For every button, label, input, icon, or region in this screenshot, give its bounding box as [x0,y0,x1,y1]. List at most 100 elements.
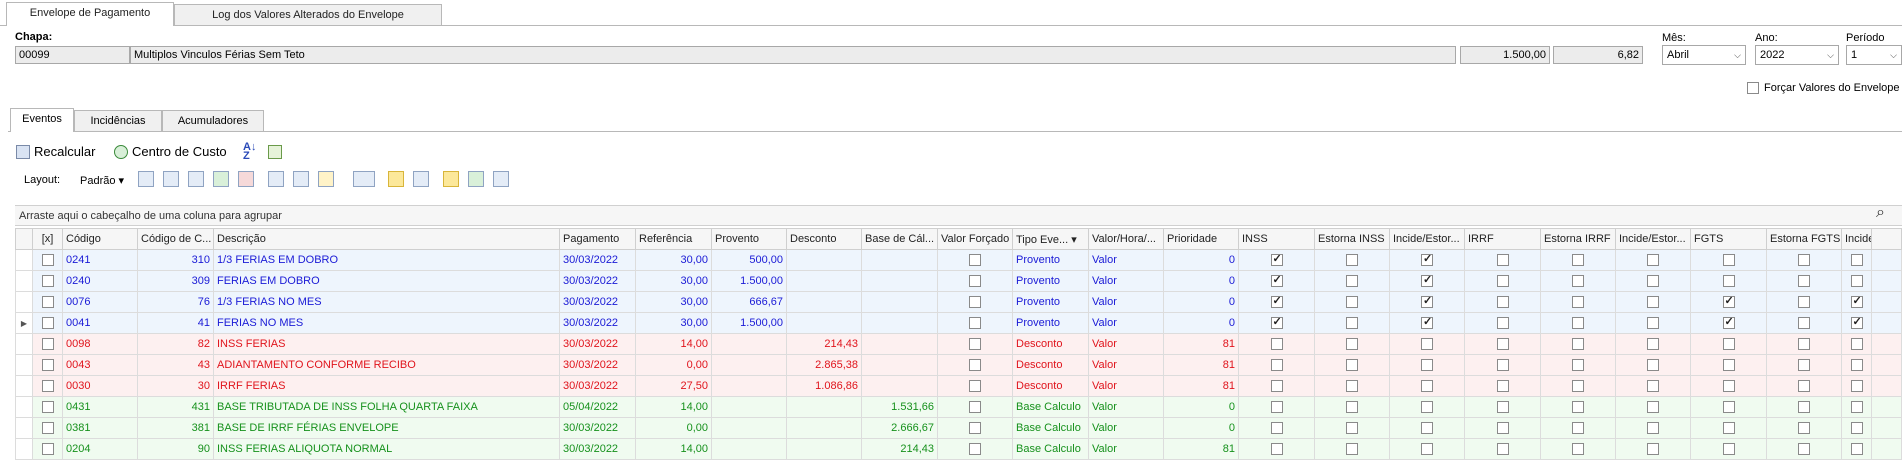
column-header[interactable]: Tipo Eve... ▾ [1012,228,1089,250]
referencia-cell[interactable]: 27,50 [635,375,712,397]
table-row[interactable]: 0076 76 1/3 FERIAS NO MES 30/03/2022 30,00 66… [15,291,1902,313]
prioridade-cell[interactable]: 81 [1163,333,1239,355]
inss-checkbox[interactable] [1270,315,1283,330]
column-header[interactable]: Valor Forçado [937,228,1013,250]
incide-estorna-irrf-checkbox[interactable] [1647,443,1659,456]
valor-hora-cell[interactable]: Valor [1088,396,1164,418]
view-card-icon[interactable] [443,171,459,187]
select-checkbox[interactable] [41,275,54,288]
table-row[interactable]: 0043 43 ADIANTAMENTO CONFORME RECIBO 30/03/… [15,354,1902,376]
estorna-irrf-checkbox[interactable] [1572,422,1584,435]
codigo-cell[interactable]: 0204 [62,438,138,460]
select-checkbox[interactable] [41,338,54,351]
layout-select[interactable]: Padrão ▾ [80,174,124,187]
incide-estorna-fgts-checkbox[interactable] [1850,359,1863,372]
inss-checkbox[interactable] [1270,401,1283,414]
codigo-c-cell[interactable]: 309 [137,270,214,292]
desconto-cell[interactable] [786,417,862,439]
fgts-checkbox[interactable] [1722,275,1735,288]
periodo-select[interactable]: 1 ⌵ [1846,45,1902,65]
codigo-cell[interactable]: 0043 [62,354,138,376]
inss-checkbox[interactable] [1270,359,1283,372]
row-indicator[interactable] [15,249,33,271]
pagamento-cell[interactable]: 30/03/2022 [559,375,636,397]
incide-estorna-irrf-checkbox[interactable] [1647,401,1659,414]
column-header[interactable]: Estorna IRRF [1540,228,1616,250]
codigo-c-cell[interactable]: 82 [137,333,214,355]
select-checkbox[interactable] [41,317,54,330]
desconto-cell[interactable]: 1.086,86 [786,375,862,397]
table-row[interactable]: 0240 309 FERIAS EM DOBRO 30/03/2022 30,00 1.5… [15,270,1902,292]
select-checkbox[interactable] [41,296,54,309]
valor-forcado-checkbox[interactable] [969,317,981,330]
row-indicator[interactable] [15,417,33,439]
inss-checkbox[interactable] [1270,443,1283,456]
base-calculo-cell[interactable]: 214,43 [861,438,938,460]
prioridade-cell[interactable]: 0 [1163,396,1239,418]
base-calculo-cell[interactable] [861,375,938,397]
descricao-cell[interactable]: FERIAS NO MES [213,312,560,334]
export-icon[interactable] [268,145,282,159]
table-row[interactable]: 0204 90 INSS FERIAS ALIQUOTA NORMAL 30/03/2… [15,438,1902,460]
tipo-evento-cell[interactable]: Provento [1012,312,1089,334]
tipo-evento-cell[interactable]: Provento [1012,270,1089,292]
provento-cell[interactable]: 500,00 [711,249,787,271]
fgts-checkbox[interactable] [1722,422,1735,435]
desconto-cell[interactable] [786,312,862,334]
prioridade-cell[interactable]: 0 [1163,312,1239,334]
codigo-cell[interactable]: 0076 [62,291,138,313]
valor-hora-cell[interactable]: Valor [1088,291,1164,313]
codigo-cell[interactable]: 0098 [62,333,138,355]
incide-estorna-inss-checkbox[interactable] [1421,315,1433,330]
incide-estorna-inss-checkbox[interactable] [1421,380,1433,393]
referencia-cell[interactable]: 30,00 [635,312,712,334]
descricao-cell[interactable]: 1/3 FERIAS NO MES [213,291,560,313]
estorna-irrf-checkbox[interactable] [1572,380,1584,393]
pagamento-cell[interactable]: 30/03/2022 [559,312,636,334]
fgts-checkbox[interactable] [1722,401,1735,414]
column-header[interactable]: Provento [711,228,787,250]
base-calculo-cell[interactable]: 1.531,66 [861,396,938,418]
fgts-checkbox[interactable] [1722,254,1735,267]
codigo-cell[interactable]: 0431 [62,396,138,418]
irrf-checkbox[interactable] [1496,254,1509,267]
group-by-panel[interactable]: Arraste aqui o cabeçalho de uma coluna p… [15,205,1902,226]
descricao-cell[interactable]: ADIANTAMENTO CONFORME RECIBO [213,354,560,376]
group-panel-icon[interactable] [268,171,284,187]
desconto-cell[interactable] [786,396,862,418]
valor-hora-cell[interactable]: Valor [1088,417,1164,439]
incide-estorna-fgts-checkbox[interactable] [1850,401,1863,414]
codigo-c-cell[interactable]: 90 [137,438,214,460]
layout-copy-icon[interactable] [163,171,179,187]
incide-estorna-fgts-checkbox[interactable] [1850,254,1863,267]
select-checkbox[interactable] [41,401,54,414]
desconto-cell[interactable] [786,249,862,271]
estorna-irrf-checkbox[interactable] [1572,254,1584,267]
tab-eventos[interactable]: Eventos [10,108,74,132]
column-header[interactable]: Estorna FGTS [1766,228,1842,250]
tipo-evento-cell[interactable]: Provento [1012,291,1089,313]
tab-log-valores[interactable]: Log dos Valores Alterados do Envelope [174,4,442,25]
provento-cell[interactable] [711,438,787,460]
valor-forcado-checkbox[interactable] [969,401,981,414]
codigo-cell[interactable]: 0381 [62,417,138,439]
tab-incidencias[interactable]: Incidências [74,110,162,131]
estorna-irrf-checkbox[interactable] [1572,296,1584,309]
estorna-fgts-checkbox[interactable] [1798,338,1810,351]
table-row[interactable]: 0381 381 BASE DE IRRF FÉRIAS ENVELOPE 30/03… [15,417,1902,439]
referencia-cell[interactable]: 30,00 [635,270,712,292]
estorna-irrf-checkbox[interactable] [1572,317,1584,330]
inss-checkbox[interactable] [1270,422,1283,435]
pagamento-cell[interactable]: 30/03/2022 [559,438,636,460]
desconto-cell[interactable] [786,438,862,460]
estorna-fgts-checkbox[interactable] [1798,359,1810,372]
tab-envelope-pagamento[interactable]: Envelope de Pagamento [6,2,174,26]
valor-forcado-checkbox[interactable] [969,380,981,393]
provento-cell[interactable]: 1.500,00 [711,270,787,292]
incide-estorna-irrf-checkbox[interactable] [1647,380,1659,393]
pagamento-cell[interactable]: 30/03/2022 [559,291,636,313]
descricao-cell[interactable]: INSS FERIAS ALIQUOTA NORMAL [213,438,560,460]
estorna-fgts-checkbox[interactable] [1798,380,1810,393]
provento-cell[interactable] [711,396,787,418]
estorna-inss-checkbox[interactable] [1346,296,1358,309]
